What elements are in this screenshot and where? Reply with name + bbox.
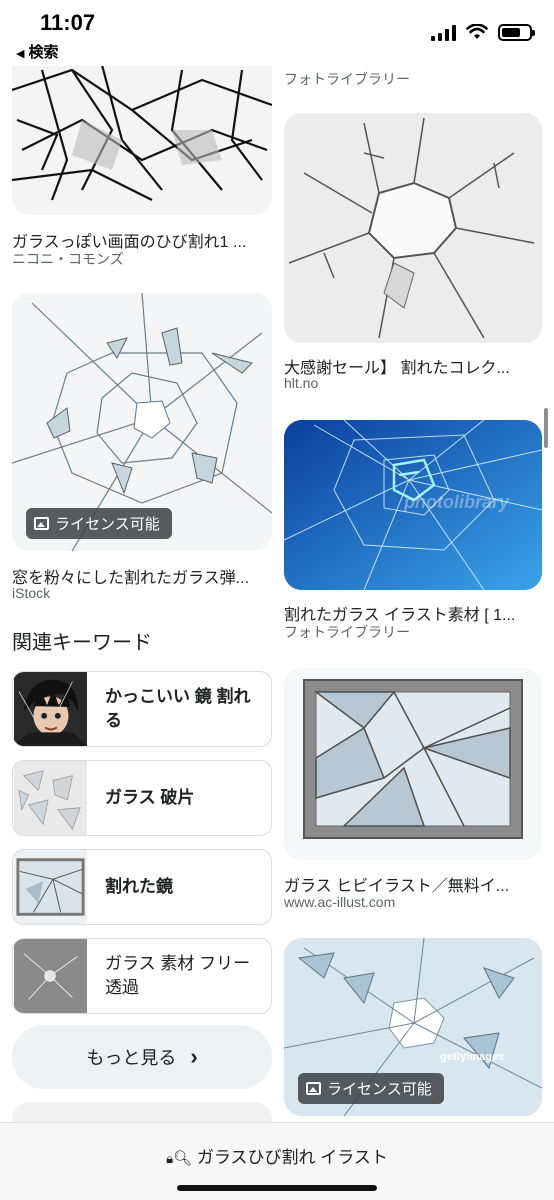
battery-icon xyxy=(498,24,535,41)
result-source: ニコニ・コモンズ xyxy=(12,251,124,267)
back-label: 検索 xyxy=(28,44,59,61)
result-title[interactable]: 窓を粉々にした割れたガラス弾... xyxy=(12,564,272,588)
image-result-framed-broken-glass[interactable] xyxy=(284,668,542,860)
related-keyword-label: ガラス 破片 xyxy=(105,788,195,807)
result-source: フォトライブラリー xyxy=(284,624,410,640)
image-result-glass-crack-lines[interactable] xyxy=(12,40,272,215)
cracked-hole-image xyxy=(284,113,542,343)
result-title[interactable]: ガラス ヒビイラスト／無料イ... xyxy=(284,872,542,896)
image-icon xyxy=(34,517,49,530)
related-keyword-cool-mirror[interactable]: かっこいい 鏡 割れる xyxy=(12,671,272,747)
related-keywords-heading: 関連キーワード xyxy=(12,632,152,654)
blue-broken-glass-image: photolibrary xyxy=(284,420,542,590)
watermark: gettyimages xyxy=(440,1051,504,1063)
lock-icon: 🔒︎ xyxy=(166,1151,174,1166)
related-keyword-glass-shards[interactable]: ガラス 破片 xyxy=(12,760,272,836)
result-source: hlt.no xyxy=(284,375,319,391)
back-arrow-icon: ◀ xyxy=(16,48,25,60)
glass-shards-thumbnail xyxy=(13,761,88,835)
scroll-indicator[interactable] xyxy=(544,408,548,448)
glass-material-thumbnail xyxy=(13,939,88,1013)
image-result-getty-shattered[interactable]: gettyimages ライセンス可能 xyxy=(284,938,542,1116)
status-bar: 11:07 ◀ 検索 xyxy=(0,0,554,66)
clock: 11:07 xyxy=(40,10,96,35)
back-to-search-link[interactable]: ◀ 検索 xyxy=(16,41,58,62)
cellular-signal-icon xyxy=(431,24,456,41)
framed-broken-glass-image xyxy=(284,668,542,860)
home-indicator xyxy=(177,1185,377,1191)
anime-character-thumbnail xyxy=(13,672,88,746)
broken-mirror-thumbnail xyxy=(13,850,88,924)
result-title[interactable]: 大感謝セール】 割れたコレク... xyxy=(284,354,542,378)
related-keyword-label: 割れた鏡 xyxy=(105,877,173,896)
wifi-icon xyxy=(466,24,488,39)
search-icon: 🔍︎ xyxy=(173,1150,193,1167)
result-source: フォトライブラリー xyxy=(284,71,410,87)
license-badge-label: ライセンス可能 xyxy=(327,1081,432,1098)
related-keyword-label: かっこいい 鏡 割れる xyxy=(105,687,251,730)
image-result-blue-glass[interactable]: photolibrary xyxy=(284,420,542,590)
license-badge: ライセンス可能 xyxy=(26,508,172,539)
image-icon xyxy=(306,1082,321,1095)
show-more-button[interactable]: もっと見る › xyxy=(12,1025,272,1089)
watermark: photolibrary xyxy=(403,492,510,512)
image-result-shattered-window[interactable]: ライセンス可能 xyxy=(12,293,272,551)
search-query: ガラスひび割れ イラスト xyxy=(196,1148,388,1167)
related-keyword-broken-mirror[interactable]: 割れた鏡 xyxy=(12,849,272,925)
result-source: www.ac-illust.com xyxy=(284,894,396,910)
related-keyword-glass-material-free[interactable]: ガラス 素材 フリー 透過 xyxy=(12,938,272,1014)
cracked-glass-lines-image xyxy=(12,40,272,215)
image-result-cracked-hole[interactable] xyxy=(284,113,542,343)
show-more-label: もっと見る xyxy=(86,1048,177,1068)
related-keyword-label: ガラス 素材 フリー 透過 xyxy=(105,954,251,997)
chevron-right-icon: › xyxy=(190,1044,198,1069)
address-field[interactable]: 🔒︎🔍︎ ガラスひび割れ イラスト xyxy=(0,1143,554,1168)
result-source: iStock xyxy=(12,585,51,601)
license-badge: ライセンス可能 xyxy=(298,1073,444,1104)
bottom-address-bar[interactable]: 🔒︎🔍︎ ガラスひび割れ イラスト xyxy=(0,1122,554,1200)
license-badge-label: ライセンス可能 xyxy=(55,516,160,533)
system-icons xyxy=(431,24,535,41)
